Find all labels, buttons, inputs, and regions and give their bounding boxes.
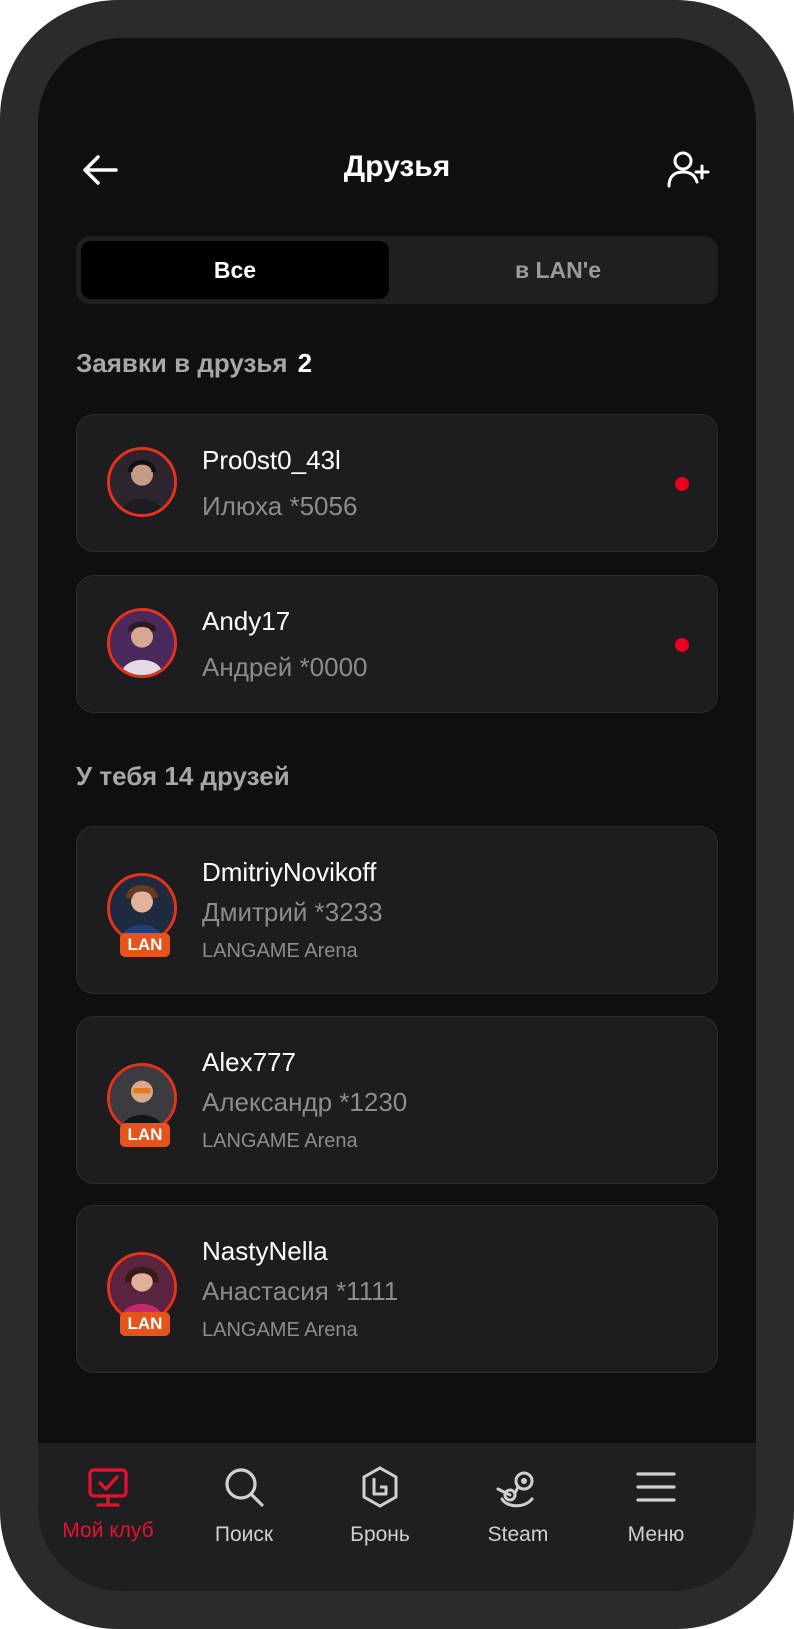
bottom-nav: Мой клуб Поиск Бронь Steam Меню [38, 1443, 756, 1591]
nav-booking[interactable]: Бронь [310, 1443, 450, 1591]
hamburger-menu-icon [636, 1472, 676, 1502]
friend-realname: Анастасия *1111 [202, 1276, 399, 1306]
lan-badge: LAN [120, 1312, 170, 1336]
friend-requests-heading: Заявки в друзья 2 [76, 348, 312, 379]
friend-realname: Александр *1230 [202, 1087, 408, 1117]
search-icon [225, 1468, 264, 1507]
friend-nickname: NastyNella [202, 1236, 328, 1266]
nav-label: Бронь [350, 1523, 410, 1546]
unread-dot [675, 477, 689, 491]
friend-nickname: DmitriyNovikoff [202, 857, 377, 887]
friend-club: LANGAME Arena [202, 1130, 358, 1152]
avatar [107, 608, 177, 678]
friend-realname: Андрей *0000 [202, 652, 368, 682]
friend-card[interactable]: LAN NastyNella Анастасия *1111 LANGAME A… [76, 1205, 718, 1373]
page-title: Друзья [343, 150, 451, 183]
friend-nickname: Pro0st0_43l [202, 445, 341, 475]
friend-request-card[interactable]: Pro0st0_43l Илюха *5056 [76, 414, 718, 552]
friend-requests-count: 2 [297, 348, 313, 378]
friend-requests-title: Заявки в друзья [76, 348, 288, 378]
nav-my-club[interactable]: Мой клуб [38, 1443, 178, 1591]
nav-label: Steam [487, 1523, 549, 1546]
friend-card[interactable]: LAN Alex777 Александр *1230 LANGAME Aren… [76, 1016, 718, 1184]
unread-dot [675, 638, 689, 652]
friend-request-card[interactable]: Andy17 Андрей *0000 [76, 575, 718, 713]
nav-label: Поиск [214, 1523, 274, 1546]
nav-menu[interactable]: Меню [586, 1443, 726, 1591]
nav-label: Меню [627, 1523, 685, 1546]
lan-badge: LAN [120, 1123, 170, 1147]
avatar [107, 447, 177, 517]
lan-badge: LAN [120, 933, 170, 957]
nav-steam[interactable]: Steam [448, 1443, 588, 1591]
friend-realname: Дмитрий *3233 [202, 897, 383, 927]
friends-count-heading: У тебя 14 друзей [76, 761, 290, 791]
tab-in-lan[interactable]: в LAN'e [404, 241, 712, 299]
tab-all[interactable]: Все [81, 241, 389, 299]
monitor-check-icon [88, 1468, 128, 1507]
nav-search[interactable]: Поиск [174, 1443, 314, 1591]
friend-nickname: Andy17 [202, 606, 291, 636]
friend-club: LANGAME Arena [202, 940, 358, 962]
friends-filter-tabs: Все в LAN'e [76, 236, 718, 304]
friend-club: LANGAME Arena [202, 1319, 358, 1341]
friend-nickname: Alex777 [202, 1047, 296, 1077]
user-plus-icon [667, 151, 710, 188]
friend-realname: Илюха *5056 [202, 491, 358, 521]
nav-label: Мой клуб [62, 1519, 154, 1542]
langame-logo-icon [362, 1466, 398, 1508]
friend-card[interactable]: LAN DmitriyNovikoff Дмитрий *3233 LANGAM… [76, 826, 718, 994]
add-friend-button[interactable] [664, 146, 712, 194]
steam-icon [496, 1471, 534, 1508]
app-screen: Друзья Все в LAN'e Заявки в друзья 2 Pro0… [38, 38, 756, 1591]
phone-frame: Друзья Все в LAN'e Заявки в друзья 2 Pro0… [0, 0, 794, 1629]
